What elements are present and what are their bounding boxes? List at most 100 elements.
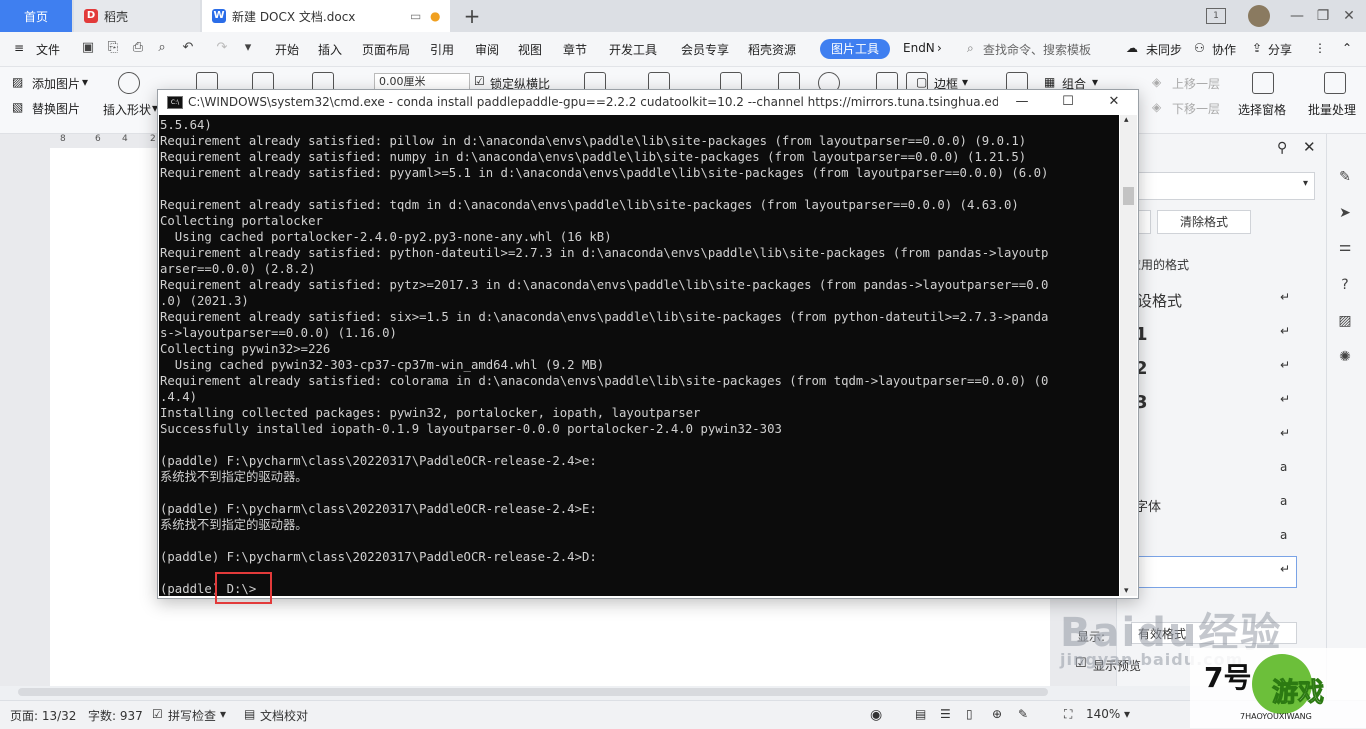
word-count[interactable]: 字数: 937	[88, 707, 143, 724]
console-line: .4.4)	[160, 390, 198, 404]
close-icon[interactable]: ✕	[1303, 138, 1316, 156]
menu-member[interactable]: 会员专享	[681, 41, 729, 58]
cursor-icon[interactable]: ➤	[1336, 204, 1354, 222]
collab-button[interactable]: 协作	[1212, 41, 1236, 58]
share-button[interactable]: 分享	[1268, 41, 1292, 58]
maximize-icon[interactable]: ☐	[1056, 92, 1080, 112]
add-picture-button[interactable]: 添加图片	[32, 75, 80, 92]
cmd-titlebar[interactable]: C:\ C:\WINDOWS\system32\cmd.exe - conda …	[158, 90, 1138, 114]
console-line: Requirement already satisfied: numpy in …	[160, 150, 1027, 164]
selection-pane-button[interactable]: 选择窗格	[1238, 101, 1286, 118]
layout-icon[interactable]: 1	[1206, 8, 1226, 24]
menu-dev-tools[interactable]: 开发工具	[609, 41, 657, 58]
close-icon[interactable]: ✕	[1102, 92, 1126, 112]
style-select[interactable]: ▾	[1119, 172, 1315, 200]
redo-icon[interactable]: ↷	[214, 40, 230, 56]
menu-insert[interactable]: 插入	[318, 41, 342, 58]
checkbox-icon[interactable]: ☑	[474, 74, 485, 88]
logo-game-text: 游戏	[1271, 678, 1325, 709]
char-style-icon: a	[1280, 460, 1288, 474]
page-view-icon[interactable]: ▤	[915, 707, 926, 721]
new-tab-button[interactable]: +	[458, 0, 486, 32]
send-backward-button[interactable]: 下移一层	[1172, 100, 1220, 117]
minimize-icon[interactable]: —	[1010, 92, 1034, 112]
outline-view-icon[interactable]: ☰	[940, 707, 951, 721]
menu-reference[interactable]: 引用	[430, 41, 454, 58]
menu-file[interactable]: 文件	[36, 41, 60, 58]
image-icon[interactable]: ▨	[1336, 312, 1354, 330]
tab-home-label: 首页	[23, 9, 48, 24]
menu-review[interactable]: 审阅	[475, 41, 499, 58]
style-preset[interactable]: 设格式	[1137, 290, 1182, 311]
menu-chapter[interactable]: 章节	[563, 41, 587, 58]
cmd-title: C:\WINDOWS\system32\cmd.exe - conda inst…	[188, 95, 998, 109]
scroll-up-icon[interactable]: ▴	[1124, 115, 1129, 125]
cmd-window[interactable]: C:\ C:\WINDOWS\system32\cmd.exe - conda …	[157, 89, 1139, 599]
scroll-thumb[interactable]	[1123, 187, 1134, 205]
clear-format-button[interactable]: 清除格式	[1157, 210, 1251, 234]
chevron-down-icon[interactable]: ▾	[220, 707, 226, 721]
quick-access-dropdown-icon[interactable]: ▾	[240, 40, 256, 56]
tab-home[interactable]: 首页	[0, 0, 72, 32]
restore-icon[interactable]: ❐	[1312, 5, 1334, 27]
close-icon[interactable]: ✕	[1338, 5, 1360, 27]
console-line: (paddle) F:\pycharm\class\20220317\Paddl…	[160, 550, 597, 564]
more-icon[interactable]: ⋮	[1314, 41, 1326, 55]
spell-check-button[interactable]: 拼写检查	[168, 707, 216, 724]
tab-picture-tools[interactable]: 图片工具	[820, 39, 890, 59]
cmd-icon: C:\	[167, 96, 183, 109]
chevron-down-icon[interactable]: ▾	[82, 75, 88, 89]
save-icon[interactable]: ▣	[80, 40, 96, 56]
command-search[interactable]: 查找命令、搜索模板	[983, 41, 1091, 58]
chevron-right-icon[interactable]: ›	[937, 41, 942, 55]
export-pdf-icon[interactable]: ⎘	[105, 40, 121, 56]
pin-icon[interactable]: ⚲	[1277, 140, 1287, 156]
sync-status[interactable]: 未同步	[1146, 41, 1182, 58]
help-icon[interactable]: ?	[1336, 276, 1354, 294]
pen-icon[interactable]: ✎	[1018, 707, 1028, 721]
console-line: Successfully installed iopath-0.1.9 layo…	[160, 422, 782, 436]
menu-daoke-resource[interactable]: 稻壳资源	[748, 41, 796, 58]
logo-site: 7HAOYOUXIWANG	[1240, 712, 1312, 721]
menu-page-layout[interactable]: 页面布局	[362, 41, 410, 58]
scroll-down-icon[interactable]: ▾	[1124, 586, 1129, 596]
settings-icon[interactable]: ✺	[1336, 348, 1354, 366]
menu-view[interactable]: 视图	[518, 41, 542, 58]
zoom-level[interactable]: 140%	[1086, 707, 1120, 721]
chevron-down-icon[interactable]: ▾	[1124, 707, 1130, 721]
read-view-icon[interactable]: ▯	[966, 707, 973, 721]
paragraph-mark-icon: ↵	[1280, 290, 1291, 304]
replace-picture-button[interactable]: 替换图片	[32, 100, 80, 117]
proof-button[interactable]: 文档校对	[260, 707, 308, 724]
fit-icon[interactable]: ⛶	[1064, 707, 1072, 722]
minimize-icon[interactable]: —	[1286, 5, 1308, 27]
console-output[interactable]: 5.5.64) Requirement already satisfied: pi…	[159, 115, 1119, 596]
print-icon[interactable]: ⎙	[130, 40, 146, 56]
chevron-down-icon[interactable]: ▾	[1092, 75, 1098, 89]
page-indicator[interactable]: 页面: 13/32	[10, 707, 76, 724]
tab-daoke[interactable]: D 稻壳	[74, 0, 200, 32]
edit-icon[interactable]: ✎	[1336, 168, 1354, 186]
web-view-icon[interactable]: ⊕	[992, 707, 1002, 721]
horizontal-scrollbar[interactable]	[18, 688, 1048, 696]
avatar[interactable]	[1248, 5, 1270, 27]
tab-document[interactable]: W 新建 DOCX 文档.docx ▭ ●	[202, 0, 450, 32]
screen-icon[interactable]: ▭	[410, 9, 421, 23]
paragraph-mark-icon: ↵	[1280, 358, 1291, 372]
eye-icon[interactable]: ◉	[870, 707, 882, 723]
style-selected[interactable]	[1119, 556, 1297, 588]
menu-endnote[interactable]: EndN	[903, 41, 935, 55]
menu-start[interactable]: 开始	[275, 41, 299, 58]
undo-icon[interactable]: ↶	[180, 40, 196, 56]
collapse-ribbon-icon[interactable]: ⌃	[1342, 41, 1352, 55]
bring-forward-button[interactable]: 上移一层	[1172, 75, 1220, 92]
print-preview-icon[interactable]: ⌕	[154, 40, 170, 56]
cmd-scrollbar[interactable]: ▴ ▾	[1120, 115, 1137, 596]
adjust-icon[interactable]: ⚌	[1336, 238, 1354, 256]
chevron-down-icon[interactable]: ▾	[962, 75, 968, 89]
hamburger-icon[interactable]: ≡	[14, 41, 24, 55]
insert-shape-button[interactable]: 插入形状	[103, 101, 151, 118]
batch-button[interactable]: 批量处理	[1308, 101, 1356, 118]
